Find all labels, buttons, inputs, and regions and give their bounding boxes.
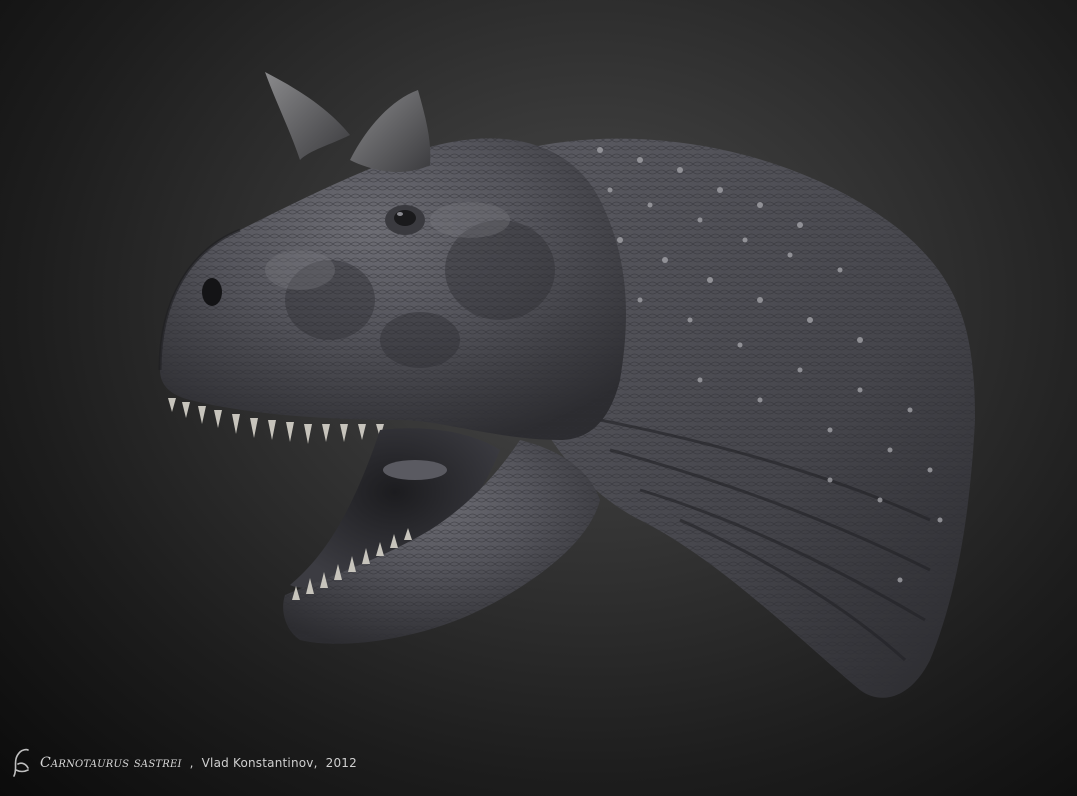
render-canvas: Carnotaurus sastrei, Vlad Konstantinov, …: [0, 0, 1077, 796]
artist-name: Vlad Konstantinov,: [201, 756, 318, 770]
creation-year: 2012: [325, 756, 357, 770]
left-horn: [265, 72, 350, 160]
nostril: [202, 278, 222, 306]
artwork-caption: Carnotaurus sastrei, Vlad Konstantinov, …: [8, 746, 357, 780]
artist-signature-logo-icon: [13, 748, 29, 777]
carnotaurus-head-sculpture: [158, 72, 975, 698]
caption-separator: ,: [189, 756, 194, 770]
species-name: Carnotaurus sastrei: [40, 755, 182, 771]
right-horn: [350, 90, 431, 172]
tongue: [383, 460, 447, 480]
